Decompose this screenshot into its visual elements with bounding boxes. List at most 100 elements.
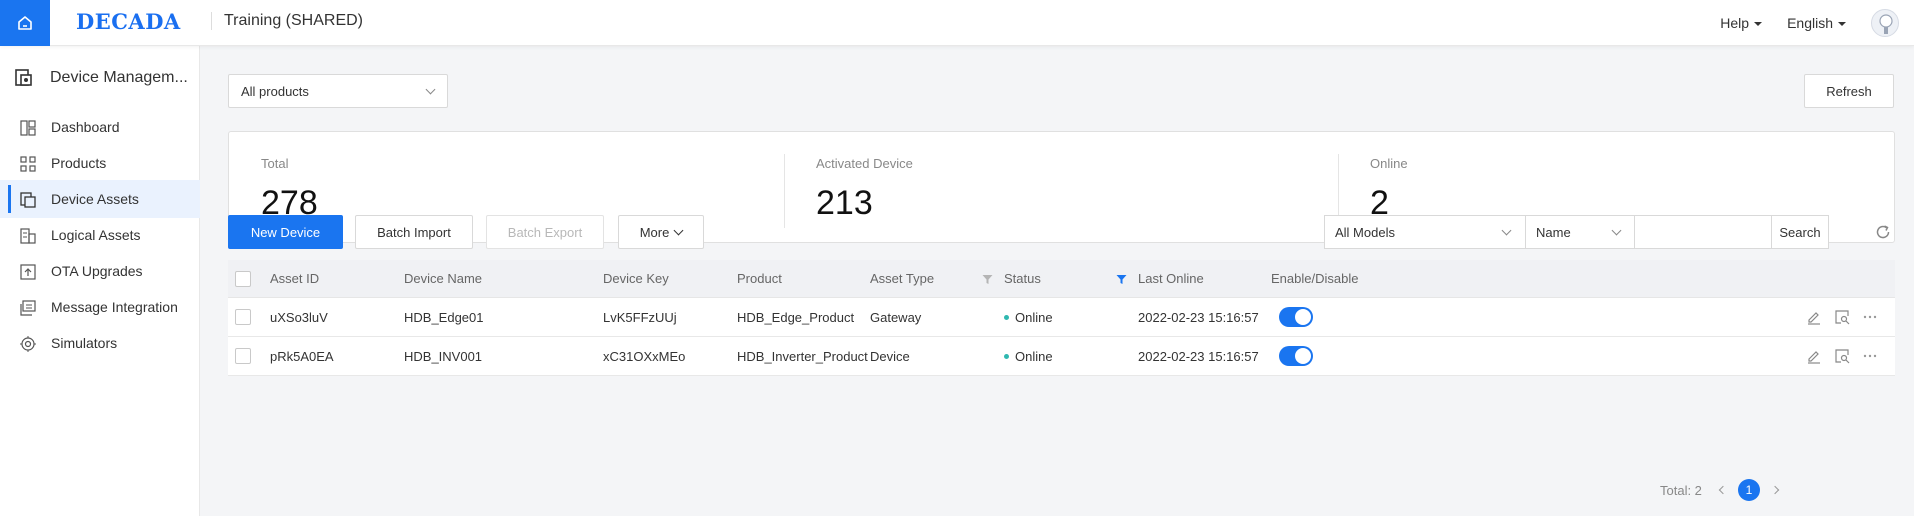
- stat-total-label: Total: [261, 156, 289, 171]
- sidebar-item-products[interactable]: Products: [0, 144, 200, 182]
- more-actions-icon[interactable]: [1862, 348, 1878, 364]
- sidebar-item-ota-upgrades[interactable]: OTA Upgrades: [0, 252, 200, 290]
- sidebar-item-label: OTA Upgrades: [51, 263, 143, 279]
- module-title: Device Managem...: [50, 69, 188, 86]
- sidebar-item-label: Products: [51, 155, 107, 171]
- workspace-title: Training (SHARED): [224, 12, 363, 29]
- help-label: Help: [1720, 15, 1750, 31]
- language-label: English: [1787, 15, 1833, 31]
- chevron-down-icon: [1611, 225, 1622, 236]
- stat-online-label: Online: [1370, 156, 1408, 171]
- sidebar: Device Managem... Dashboard Products Dev…: [0, 46, 200, 516]
- column-last-online[interactable]: Last Online: [1138, 260, 1204, 297]
- status-dot: [1004, 353, 1009, 359]
- sidebar-item-simulators[interactable]: Simulators: [0, 324, 200, 362]
- column-product[interactable]: Product: [737, 260, 782, 297]
- enable-toggle[interactable]: [1279, 346, 1313, 366]
- chevron-down-icon: [673, 225, 684, 235]
- last-online-cell: 2022-02-23 15:16:57: [1138, 348, 1259, 364]
- device-name-cell: HDB_INV001: [404, 348, 483, 364]
- title-divider: [211, 12, 212, 30]
- help-menu[interactable]: Help: [1720, 15, 1763, 31]
- ota-icon: [20, 264, 36, 280]
- next-page-icon[interactable]: [1770, 485, 1780, 495]
- column-device-name[interactable]: Device Name: [404, 260, 482, 297]
- view-detail-icon[interactable]: [1834, 348, 1850, 364]
- sidebar-item-device-assets[interactable]: Device Assets: [0, 180, 200, 218]
- asset-type-cell: Gateway: [870, 309, 922, 325]
- asset-id-cell: pRk5A0EA: [270, 348, 334, 364]
- sidebar-item-label: Message Integration: [51, 299, 178, 315]
- main-content: All products Refresh Total 278 Activated…: [200, 46, 1914, 516]
- avatar[interactable]: [1871, 9, 1899, 37]
- stat-activated-label: Activated Device: [816, 156, 913, 171]
- device-table: Asset ID Device Name Device Key Product …: [228, 260, 1895, 376]
- search-input[interactable]: [1634, 215, 1772, 249]
- filter-active-icon[interactable]: [1116, 274, 1127, 285]
- sidebar-item-label: Device Assets: [51, 191, 139, 207]
- sidebar-item-message-integration[interactable]: Message Integration: [0, 288, 200, 326]
- pagination: Total: 2 1: [1660, 478, 1786, 502]
- home-button[interactable]: [0, 0, 50, 46]
- search-field-select[interactable]: Name: [1525, 215, 1635, 249]
- language-menu[interactable]: English: [1787, 15, 1846, 31]
- logical-assets-icon: [20, 228, 36, 244]
- prev-page-icon[interactable]: [1718, 485, 1728, 495]
- product-cell: HDB_Edge_Product: [737, 309, 855, 325]
- chevron-down-icon: [425, 84, 436, 95]
- edit-icon[interactable]: [1806, 309, 1822, 325]
- page-button-current[interactable]: 1: [1737, 479, 1760, 501]
- more-actions-icon[interactable]: [1862, 309, 1878, 325]
- filter-icon[interactable]: [982, 274, 993, 285]
- module-header[interactable]: Device Managem...: [0, 60, 200, 96]
- more-button[interactable]: More: [618, 215, 704, 249]
- column-status[interactable]: Status: [1004, 260, 1041, 297]
- new-device-button[interactable]: New Device: [228, 215, 343, 249]
- simulator-icon: [20, 336, 36, 352]
- reload-icon[interactable]: [1874, 223, 1892, 241]
- model-select-value: All Models: [1335, 225, 1395, 240]
- column-asset-type[interactable]: Asset Type: [870, 260, 934, 297]
- table-row[interactable]: pRk5A0EA HDB_INV001 xC31OXxMEo HDB_Inver…: [228, 337, 1895, 376]
- filter-bar: All Models Name Search: [1324, 215, 1829, 249]
- device-key-cell: LvK5FFzUUj: [603, 309, 677, 325]
- help-caret-icon: [1754, 22, 1763, 26]
- search-button[interactable]: Search: [1771, 215, 1829, 249]
- device-key-cell: xC31OXxMEo: [603, 348, 686, 364]
- column-device-key[interactable]: Device Key: [603, 260, 669, 297]
- batch-export-button[interactable]: Batch Export: [486, 215, 604, 249]
- sidebar-item-dashboard[interactable]: Dashboard: [0, 108, 200, 146]
- sidebar-item-label: Logical Assets: [51, 227, 141, 243]
- sidebar-item-logical-assets[interactable]: Logical Assets: [0, 216, 200, 254]
- table-row[interactable]: uXSo3luV HDB_Edge01 LvK5FFzUUj HDB_Edge_…: [228, 298, 1895, 337]
- row-checkbox[interactable]: [235, 309, 251, 325]
- language-caret-icon: [1838, 22, 1846, 26]
- status-text: Online: [1015, 348, 1053, 364]
- pagination-total: Total: 2: [1660, 482, 1702, 498]
- last-online-cell: 2022-02-23 15:16:57: [1138, 309, 1259, 325]
- batch-import-button[interactable]: Batch Import: [355, 215, 473, 249]
- status-dot: [1004, 314, 1009, 320]
- refresh-button[interactable]: Refresh: [1804, 74, 1894, 108]
- status-cell: Online: [1004, 298, 1053, 336]
- chevron-down-icon: [1501, 225, 1512, 236]
- enable-toggle[interactable]: [1279, 307, 1313, 327]
- select-all-checkbox[interactable]: [235, 271, 251, 287]
- view-detail-icon[interactable]: [1834, 309, 1850, 325]
- status-cell: Online: [1004, 337, 1053, 375]
- products-icon: [20, 156, 36, 172]
- asset-type-cell: Device: [870, 348, 910, 364]
- column-enable-disable: Enable/Disable: [1271, 271, 1359, 286]
- sidebar-item-label: Simulators: [51, 335, 118, 351]
- device-name-cell: HDB_Edge01: [404, 309, 484, 325]
- search-field-value: Name: [1536, 225, 1571, 240]
- product-filter-select[interactable]: All products: [228, 74, 448, 108]
- dashboard-icon: [20, 120, 36, 136]
- column-asset-id[interactable]: Asset ID: [270, 260, 319, 297]
- model-select[interactable]: All Models: [1324, 215, 1526, 249]
- more-label: More: [639, 224, 670, 240]
- row-checkbox[interactable]: [235, 348, 251, 364]
- edit-icon[interactable]: [1806, 348, 1822, 364]
- home-icon: [18, 16, 32, 30]
- product-filter-value: All products: [241, 84, 309, 99]
